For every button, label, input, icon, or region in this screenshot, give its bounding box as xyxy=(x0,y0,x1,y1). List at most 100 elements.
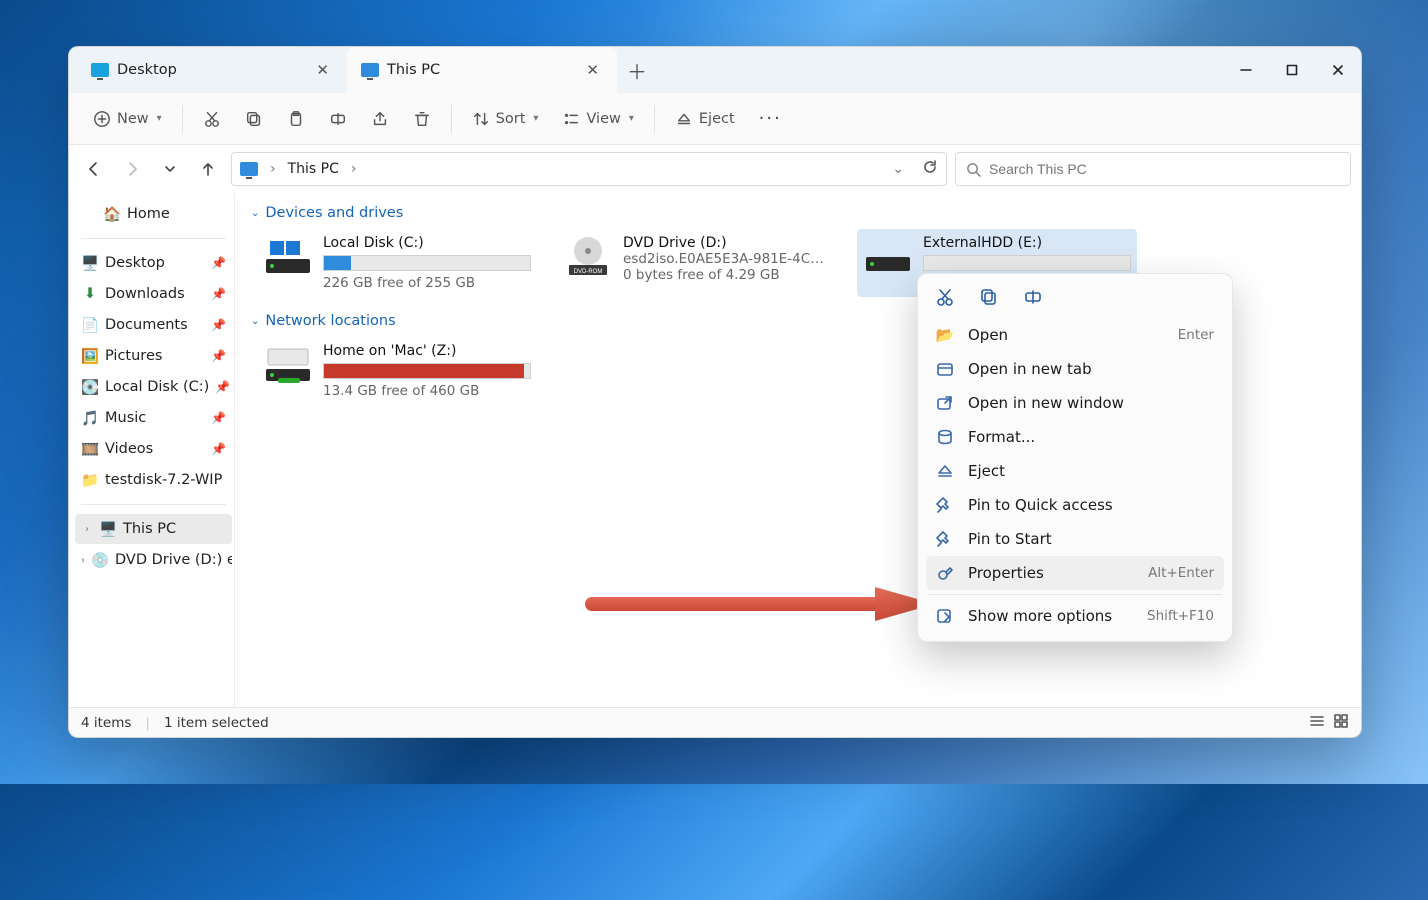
status-selected-count: 1 item selected xyxy=(164,715,269,731)
open-tab-icon xyxy=(936,360,954,378)
back-button[interactable] xyxy=(79,154,109,184)
ctx-label: Open in new tab xyxy=(968,360,1092,378)
ctx-eject[interactable]: Eject xyxy=(926,454,1224,488)
drive-network-z[interactable]: Home on 'Mac' (Z:) 13.4 GB free of 460 G… xyxy=(257,337,537,405)
refresh-button[interactable] xyxy=(922,159,938,179)
sidebar-item-this-pc[interactable]: ›🖥️This PC xyxy=(75,514,232,544)
sidebar-item-testdisk[interactable]: 📁testdisk-7.2-WIP xyxy=(75,465,232,495)
network-drive-icon xyxy=(263,343,313,387)
ctx-label: Pin to Start xyxy=(968,530,1052,548)
search-box[interactable] xyxy=(955,152,1351,186)
sidebar-item-desktop[interactable]: 🖥️Desktop📌 xyxy=(75,248,232,278)
sidebar: 🏠 Home 🖥️Desktop📌 ⬇Downloads📌 📄Documents… xyxy=(69,193,235,707)
window-controls xyxy=(1223,47,1361,93)
section-label: Devices and drives xyxy=(265,205,403,221)
section-label: Network locations xyxy=(265,313,395,329)
section-devices[interactable]: ⌄ Devices and drives xyxy=(245,201,1351,225)
ctx-label: Pin to Quick access xyxy=(968,496,1113,514)
ctx-open-new-window[interactable]: Open in new window xyxy=(926,386,1224,420)
sidebar-item-label: Home xyxy=(127,206,170,222)
chevron-down-icon: ▾ xyxy=(533,113,538,124)
breadcrumb-this-pc[interactable]: This PC xyxy=(288,161,339,177)
sidebar-item-label: Documents xyxy=(105,317,188,333)
close-tab-icon[interactable]: ✕ xyxy=(582,57,603,83)
sidebar-item-documents[interactable]: 📄Documents📌 xyxy=(75,310,232,340)
home-icon: 🏠 xyxy=(103,205,121,223)
chevron-right-icon[interactable]: › xyxy=(81,555,85,566)
chevron-down-icon: ⌄ xyxy=(251,208,259,219)
view-button[interactable]: View ▾ xyxy=(552,104,643,134)
paste-button[interactable] xyxy=(277,104,315,134)
address-bar-row: › This PC › ⌄ xyxy=(69,145,1361,193)
ctx-show-more[interactable]: Show more options Shift+F10 xyxy=(926,599,1224,633)
pin-icon: 📌 xyxy=(211,411,226,425)
copy-icon[interactable] xyxy=(978,286,1000,308)
ctx-pin-quick-access[interactable]: Pin to Quick access xyxy=(926,488,1224,522)
tiles-view-button[interactable] xyxy=(1333,713,1349,733)
copy-button[interactable] xyxy=(235,104,273,134)
maximize-button[interactable] xyxy=(1269,47,1315,93)
music-icon: 🎵 xyxy=(81,409,99,427)
more-options-icon xyxy=(936,607,954,625)
tab-desktop[interactable]: Desktop ✕ xyxy=(77,47,347,93)
storage-bar xyxy=(323,363,531,379)
open-window-icon xyxy=(936,394,954,412)
this-pc-tab-icon xyxy=(361,63,379,77)
ctx-open-new-tab[interactable]: Open in new tab xyxy=(926,352,1224,386)
sidebar-item-label: Music xyxy=(105,410,146,426)
sort-button[interactable]: Sort ▾ xyxy=(462,104,549,134)
tab-label: This PC xyxy=(387,62,440,78)
rename-icon[interactable] xyxy=(1022,286,1044,308)
drive-name: Home on 'Mac' (Z:) xyxy=(323,343,531,359)
more-button[interactable]: ··· xyxy=(749,102,792,135)
ctx-label: Properties xyxy=(968,564,1044,582)
new-button[interactable]: New ▾ xyxy=(83,104,172,134)
pin-icon: 📌 xyxy=(211,318,226,332)
delete-button[interactable] xyxy=(403,104,441,134)
sidebar-item-label: This PC xyxy=(123,521,176,537)
sidebar-item-pictures[interactable]: 🖼️Pictures📌 xyxy=(75,341,232,371)
cut-icon[interactable] xyxy=(934,286,956,308)
cut-button[interactable] xyxy=(193,104,231,134)
rename-button[interactable] xyxy=(319,104,357,134)
drive-local-c[interactable]: Local Disk (C:) 226 GB free of 255 GB xyxy=(257,229,537,297)
recent-button[interactable] xyxy=(155,154,185,184)
sidebar-item-home[interactable]: 🏠 Home xyxy=(97,199,232,229)
chevron-down-icon[interactable]: ⌄ xyxy=(892,161,904,177)
chevron-down-icon: ▾ xyxy=(157,113,162,124)
close-button[interactable] xyxy=(1315,47,1361,93)
chevron-down-icon: ⌄ xyxy=(251,316,259,327)
drive-dvd-d[interactable]: DVD-ROM DVD Drive (D:) esd2iso.E0AE5E3A-… xyxy=(557,229,837,297)
ctx-pin-start[interactable]: Pin to Start xyxy=(926,522,1224,556)
desktop-icon: 🖥️ xyxy=(81,254,99,272)
new-tab-button[interactable]: ＋ xyxy=(617,47,657,93)
this-pc-icon xyxy=(240,162,258,176)
address-bar[interactable]: › This PC › ⌄ xyxy=(231,152,947,186)
ctx-open[interactable]: 📂 Open Enter xyxy=(926,318,1224,352)
eject-button[interactable]: Eject xyxy=(665,104,745,134)
sidebar-item-videos[interactable]: 🎞️Videos📌 xyxy=(75,434,232,464)
share-button[interactable] xyxy=(361,104,399,134)
sidebar-item-dvd-drive[interactable]: ›💿DVD Drive (D:) esd2iso xyxy=(75,545,232,575)
tab-bar: Desktop ✕ This PC ✕ ＋ xyxy=(69,47,1361,93)
forward-button[interactable] xyxy=(117,154,147,184)
ctx-properties[interactable]: Properties Alt+Enter xyxy=(926,556,1224,590)
sidebar-item-local-disk[interactable]: 💽Local Disk (C:)📌 xyxy=(75,372,232,402)
ctx-label: Eject xyxy=(968,462,1005,480)
folder-icon: 📁 xyxy=(81,471,99,489)
search-input[interactable] xyxy=(989,161,1340,177)
properties-icon xyxy=(936,564,954,582)
sidebar-item-label: Desktop xyxy=(105,255,165,271)
details-view-button[interactable] xyxy=(1309,713,1325,733)
minimize-button[interactable] xyxy=(1223,47,1269,93)
up-button[interactable] xyxy=(193,154,223,184)
sidebar-item-downloads[interactable]: ⬇Downloads📌 xyxy=(75,279,232,309)
chevron-right-icon[interactable]: › xyxy=(81,524,93,535)
tab-this-pc[interactable]: This PC ✕ xyxy=(347,47,617,93)
close-tab-icon[interactable]: ✕ xyxy=(312,57,333,83)
videos-icon: 🎞️ xyxy=(81,440,99,458)
sidebar-item-label: Pictures xyxy=(105,348,162,364)
sidebar-item-music[interactable]: 🎵 Music 📌 xyxy=(75,403,232,433)
ctx-format[interactable]: Format... xyxy=(926,420,1224,454)
breadcrumb-separator: › xyxy=(351,161,357,177)
